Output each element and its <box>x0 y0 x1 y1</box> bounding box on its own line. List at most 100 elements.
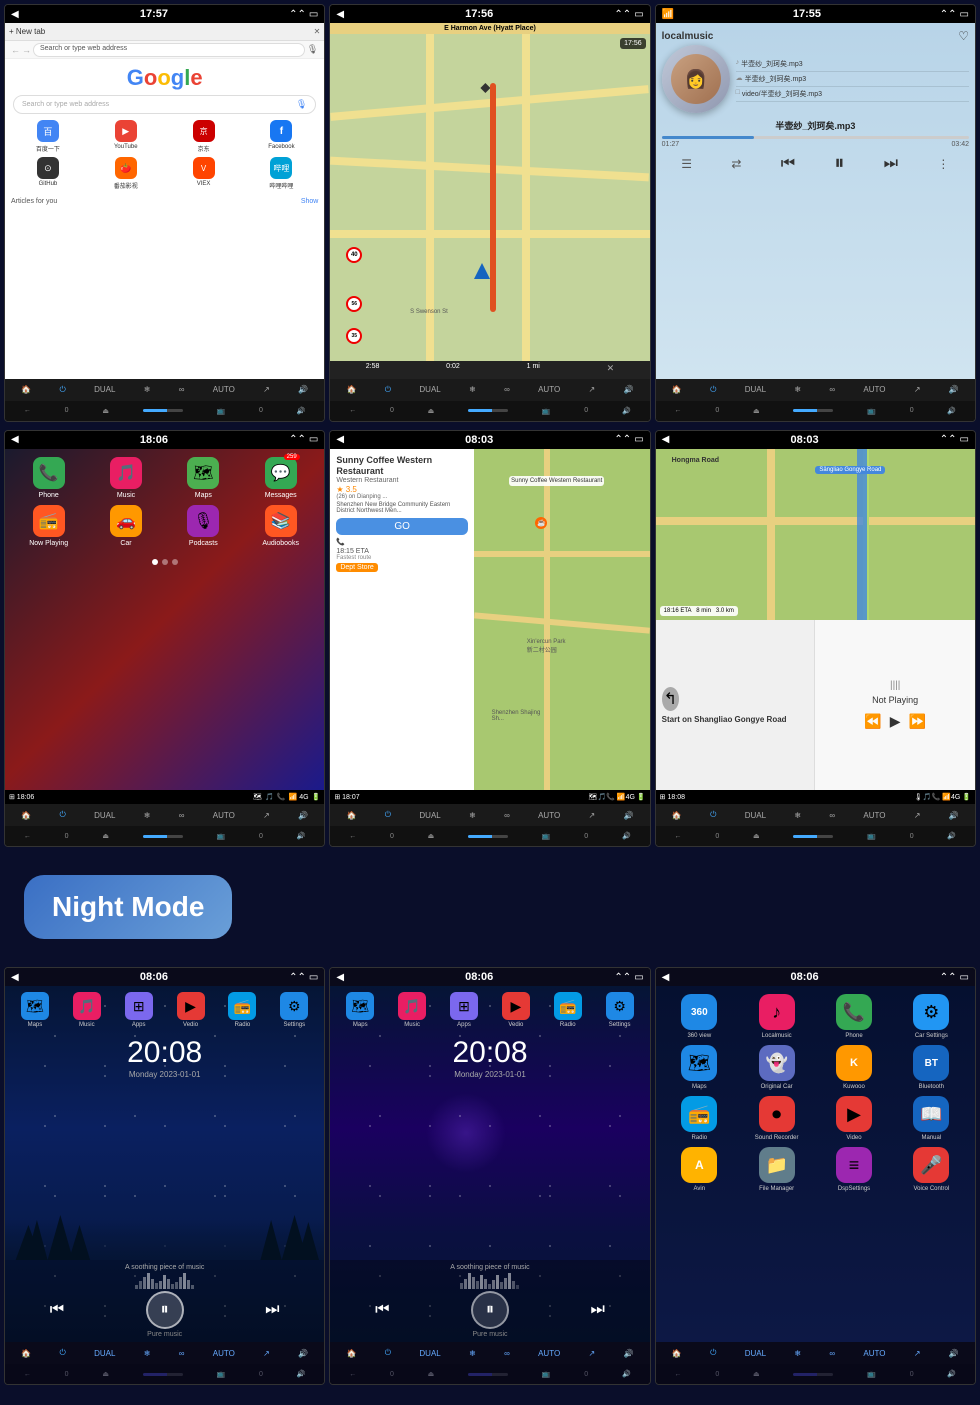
vol-btn2-6[interactable]: 🔊 <box>947 832 956 840</box>
go-button[interactable]: GO <box>336 518 468 535</box>
shortcut-fanqie[interactable]: 🍅 番茄影视 <box>89 157 163 190</box>
app-music-night1[interactable]: 🎵 Music <box>73 992 101 1028</box>
next-night1[interactable]: ⏭ <box>265 1301 279 1319</box>
url-input[interactable]: Search or type web address <box>33 43 305 57</box>
shuffle-btn[interactable]: ⇄ <box>731 157 741 171</box>
brightness-slider-5[interactable] <box>468 835 508 838</box>
dual-btn-6[interactable]: DUAL <box>745 811 766 820</box>
home-btn-7[interactable]: 🏠 <box>21 1349 31 1358</box>
auto-btn-4[interactable]: AUTO <box>213 811 235 820</box>
app-maps-night[interactable]: 🗺 Maps <box>664 1045 735 1090</box>
progress-bar[interactable] <box>662 136 969 139</box>
app-maps-night2[interactable]: 🗺 Maps <box>346 992 374 1028</box>
shortcut-fb[interactable]: f Facebook <box>244 120 318 153</box>
eject-btn-7[interactable]: ⏏ <box>102 1370 109 1378</box>
home-btn-8[interactable]: 🏠 <box>346 1349 356 1358</box>
prev-night2[interactable]: ⏮ <box>375 1301 389 1319</box>
home-btn-4[interactable]: 🏠 <box>21 811 31 820</box>
home-btn-5[interactable]: 🏠 <box>346 811 356 820</box>
back-icon6[interactable]: ◀ <box>662 434 670 445</box>
back-icon9[interactable]: ◀ <box>662 972 670 983</box>
menu-icon6[interactable]: ▭ <box>960 434 969 445</box>
auto-btn-8[interactable]: AUTO <box>538 1349 560 1358</box>
poi-phone[interactable]: 📞 <box>336 538 345 546</box>
app-dspsettings[interactable]: ≡ DspSettings <box>818 1147 889 1192</box>
app-voicecontrol[interactable]: 🎤 Voice Control <box>896 1147 967 1192</box>
expand-icon[interactable]: ⌃⌃ <box>289 9 306 20</box>
back-btn2-3[interactable]: ← <box>675 407 682 414</box>
brightness-slider-8[interactable] <box>468 1373 508 1376</box>
vol-btn2-7[interactable]: 🔊 <box>297 1370 306 1378</box>
nav-close[interactable]: ✕ <box>607 363 615 377</box>
vol-btn-4[interactable]: 🔊 <box>298 811 308 820</box>
app-localmusic[interactable]: ♪ Localmusic <box>741 994 812 1039</box>
home-btn[interactable]: 🏠 <box>21 385 31 394</box>
vol-btn-7[interactable]: 🔊 <box>298 1349 308 1358</box>
auto-btn-3[interactable]: AUTO <box>863 385 885 394</box>
nav-map-area[interactable]: ☕ Sunny Coffee Western Restaurant Xin'er… <box>474 449 650 791</box>
ac-btn-9[interactable]: ❄ <box>794 1349 801 1358</box>
eject-btn-6[interactable]: ⏏ <box>753 832 760 840</box>
app-maps[interactable]: 🗺 Maps <box>168 457 239 499</box>
track-item-3[interactable]: □ video/半壶纱_刘珂矣.mp3 <box>736 87 969 102</box>
eject-btn-5[interactable]: ⏏ <box>428 832 435 840</box>
power-btn-7[interactable]: ⏻ <box>59 1348 65 1358</box>
brightness-slider-9[interactable] <box>793 1373 833 1376</box>
brightness-slider-3[interactable] <box>793 409 833 412</box>
vol-btn-2n[interactable]: 🔊 <box>624 385 634 394</box>
app-podcasts[interactable]: 🎙 Podcasts <box>168 505 239 547</box>
loop-btn-8[interactable]: ∞ <box>504 1349 510 1358</box>
loop-btn-9[interactable]: ∞ <box>829 1349 835 1358</box>
play-btn[interactable]: ▶ <box>890 713 901 730</box>
back-icon4[interactable]: ◀ <box>11 434 19 445</box>
nav-btn-7[interactable]: ↗ <box>263 1349 270 1358</box>
ac-btn-4[interactable]: ❄ <box>144 811 151 820</box>
back-btn2-5[interactable]: ← <box>349 833 356 840</box>
dual-btn-4[interactable]: DUAL <box>94 811 115 820</box>
power-btn-6[interactable]: ⏻ <box>710 810 716 820</box>
shortcut-github[interactable]: ⊙ GitHub <box>11 157 85 190</box>
menu-icon4[interactable]: ▭ <box>309 434 318 445</box>
app-video-night[interactable]: ▶ Video <box>818 1096 889 1141</box>
app-filemanager[interactable]: 📁 File Manager <box>741 1147 812 1192</box>
eject-btn-8[interactable]: ⏏ <box>428 1370 435 1378</box>
dual-btn-7[interactable]: DUAL <box>94 1349 115 1358</box>
vol-btn-5[interactable]: 🔊 <box>624 811 634 820</box>
brightness-slider[interactable] <box>143 409 183 412</box>
nav-btn[interactable]: ↗ <box>263 385 270 394</box>
home-btn-3[interactable]: 🏠 <box>672 385 682 394</box>
menu-icon5[interactable]: ▭ <box>634 434 643 445</box>
screen-btn-3[interactable]: 📺 <box>867 407 876 415</box>
eject-btn-3[interactable]: ⏏ <box>753 407 760 415</box>
app-settings-night2[interactable]: ⚙ Settings <box>606 992 634 1028</box>
nav-btn-2[interactable]: ↗ <box>588 385 595 394</box>
ac-btn[interactable]: ❄ <box>144 385 151 394</box>
vol-btn2-5[interactable]: 🔊 <box>622 832 631 840</box>
auto-btn-7[interactable]: AUTO <box>213 1349 235 1358</box>
loop-btn-3[interactable]: ∞ <box>829 385 835 394</box>
track-item-1[interactable]: ♪ 半壶纱_刘珂矣.mp3 <box>736 57 969 72</box>
tab-close[interactable]: ✕ <box>314 27 321 36</box>
eject-btn[interactable]: ⏏ <box>102 407 109 415</box>
prev-night1[interactable]: ⏮ <box>50 1301 64 1319</box>
app-apps-night1[interactable]: ⊞ Apps <box>125 992 153 1028</box>
app-music[interactable]: 🎵 Music <box>90 457 161 499</box>
app-avin[interactable]: A Avin <box>664 1147 735 1192</box>
vol-btn2-8[interactable]: 🔊 <box>622 1370 631 1378</box>
app-nowplaying[interactable]: 📻 Now Playing <box>13 505 84 547</box>
expand-icon5[interactable]: ⌃⌃ <box>614 434 631 445</box>
pause-night2[interactable]: ⏸ <box>471 1291 509 1329</box>
next-btn[interactable]: ⏭ <box>884 155 898 173</box>
nav-btn-4[interactable]: ↗ <box>263 811 270 820</box>
nav-btn-6[interactable]: ↗ <box>914 811 921 820</box>
loop-btn-2[interactable]: ∞ <box>504 385 510 394</box>
nav-btn-8[interactable]: ↗ <box>588 1349 595 1358</box>
brightness-slider-6[interactable] <box>793 835 833 838</box>
vol-btn-6[interactable]: 🔊 <box>949 811 959 820</box>
app-kuwooo[interactable]: K Kuwooo <box>818 1045 889 1090</box>
expand-icon7[interactable]: ⌃⌃ <box>289 972 306 983</box>
auto-btn-9[interactable]: AUTO <box>863 1349 885 1358</box>
dual-btn-2[interactable]: DUAL <box>419 385 440 394</box>
menu-icon7[interactable]: ▭ <box>309 972 318 983</box>
power-btn-9[interactable]: ⏻ <box>710 1348 716 1358</box>
